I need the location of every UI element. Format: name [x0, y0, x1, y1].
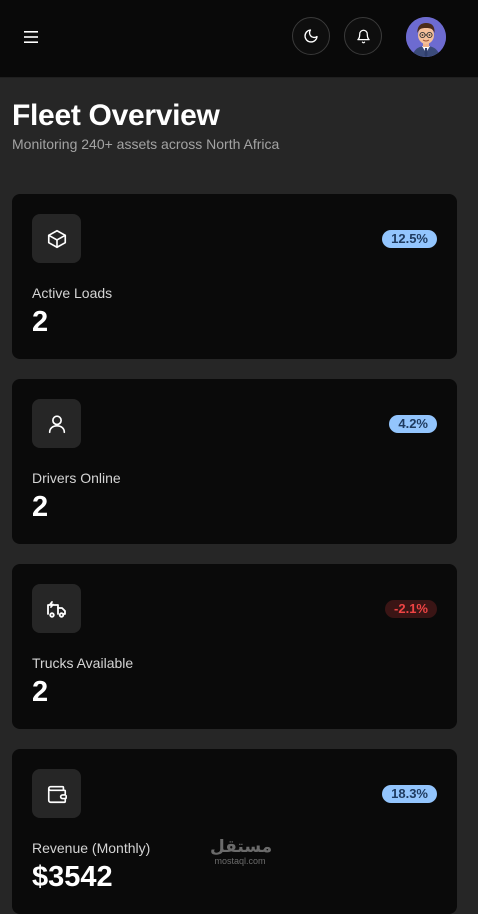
stat-card-revenue[interactable]: 18.3% Revenue (Monthly) $3542	[12, 749, 457, 914]
wallet-icon	[47, 785, 67, 803]
notifications-button[interactable]	[344, 17, 382, 55]
stat-value: 2	[32, 676, 49, 708]
stat-label: Revenue (Monthly)	[32, 840, 151, 856]
change-badge: 12.5%	[382, 230, 437, 248]
hamburger-menu-icon	[24, 31, 38, 43]
watermark-url: mostaql.com	[214, 856, 266, 866]
change-badge: 18.3%	[382, 785, 437, 803]
stat-card-active-loads[interactable]: 12.5% Active Loads 2	[12, 194, 457, 359]
top-bar	[0, 0, 478, 78]
change-badge: 4.2%	[389, 415, 437, 433]
stat-value: 2	[32, 306, 49, 338]
bell-icon	[356, 29, 370, 43]
theme-toggle-button[interactable]	[292, 17, 330, 55]
page-title: Fleet Overview	[12, 99, 220, 132]
truck-icon	[46, 600, 66, 618]
card-icon-container	[32, 584, 81, 633]
menu-button[interactable]	[22, 28, 40, 46]
stat-card-trucks-available[interactable]: -2.1% Trucks Available 2	[12, 564, 457, 729]
card-icon-container	[32, 769, 81, 818]
stat-value: $3542	[32, 861, 113, 893]
card-icon-container	[32, 214, 81, 263]
moon-icon	[304, 29, 318, 43]
user-icon	[48, 414, 65, 433]
stat-label: Drivers Online	[32, 470, 121, 486]
change-badge: -2.1%	[385, 600, 437, 618]
stat-label: Active Loads	[32, 285, 113, 301]
user-avatar[interactable]	[406, 17, 446, 57]
box-icon	[47, 229, 66, 248]
stat-value: 2	[32, 491, 49, 523]
card-icon-container	[32, 399, 81, 448]
page-heading: Fleet Overview Monitoring 240+ assets ac…	[12, 98, 279, 153]
stat-label: Trucks Available	[32, 655, 134, 671]
watermark-logo: مستقل mostaql.com	[210, 837, 273, 866]
page-subtitle: Monitoring 240+ assets across North Afri…	[12, 136, 280, 152]
stat-card-drivers-online[interactable]: 4.2% Drivers Online 2	[12, 379, 457, 544]
watermark-text: مستقل	[210, 837, 273, 857]
